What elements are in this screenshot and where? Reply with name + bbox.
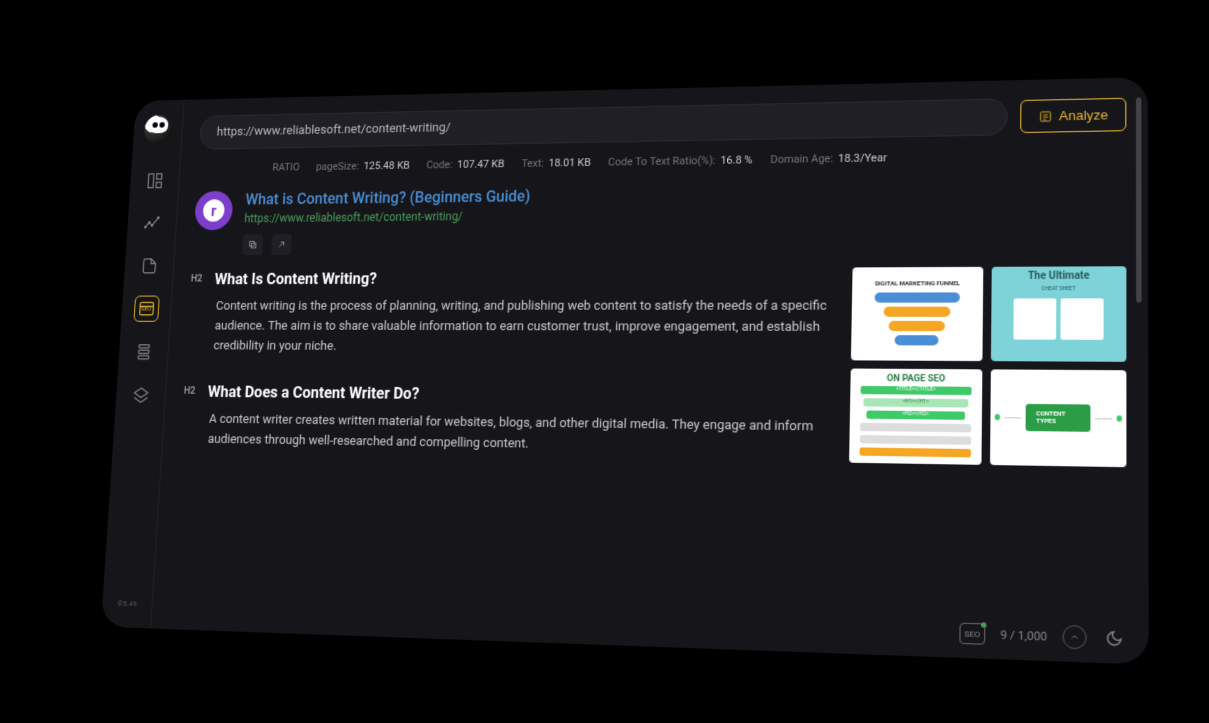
seo-icon-label: SEO — [141, 305, 151, 312]
heading-tag: H2 — [183, 386, 195, 397]
dashboard-icon[interactable] — [141, 167, 167, 193]
seo-icon[interactable]: SEO — [133, 295, 159, 321]
heading-block: H2 What Does a Content Writer Do? A cont… — [180, 382, 834, 460]
thumbnail-onpage-seo[interactable]: ON PAGE SEO <TITLE></TITLE> <H1></H1> <H… — [849, 368, 982, 464]
analyze-icon — [1037, 108, 1052, 122]
stat-ratio: RATIO — [272, 160, 300, 173]
result-url[interactable]: https://www.reliablesoft.net/content-wri… — [244, 208, 530, 224]
counter: 9 / 1,000 — [1000, 627, 1047, 643]
result-icon-buttons — [242, 232, 529, 255]
stat-pagesize: pageSize: 125.48 KB — [315, 159, 409, 173]
open-external-icon[interactable] — [271, 234, 292, 255]
top-row: https://www.reliablesoft.net/content-wri… — [198, 95, 1125, 149]
seo-badge[interactable]: SEO — [959, 622, 985, 644]
pages-icon[interactable] — [135, 252, 161, 278]
moon-icon — [1105, 629, 1123, 647]
headings-list: H2 What Is Content Writing? Content writ… — [169, 267, 835, 640]
layers-icon[interactable] — [130, 338, 156, 364]
stat-domain-age: Domain Age: 18.3/Year — [770, 151, 887, 166]
analytics-icon[interactable] — [138, 210, 164, 236]
scrollbar-thumb[interactable] — [1135, 97, 1141, 302]
stat-cttr: Code To Text Ratio(%): 16.8 % — [607, 153, 752, 168]
analyze-label: Analyze — [1058, 107, 1107, 123]
version-label: ©5.49 — [116, 599, 136, 608]
collapse-button[interactable] — [1062, 624, 1086, 649]
bottom-bar: SEO 9 / 1,000 — [959, 621, 1126, 650]
shape-icon[interactable] — [127, 381, 153, 408]
avatar-penguin[interactable] — [142, 114, 172, 144]
main-panel: https://www.reliablesoft.net/content-wri… — [151, 77, 1149, 665]
heading-desc: Content writing is the process of planni… — [186, 296, 836, 359]
url-input[interactable]: https://www.reliablesoft.net/content-wri… — [198, 98, 1007, 149]
result-title[interactable]: What is Content Writing? (Beginners Guid… — [245, 186, 531, 207]
scrollbar[interactable] — [1135, 97, 1141, 610]
theme-toggle[interactable] — [1102, 626, 1126, 651]
thumbnails-grid: DIGITAL MARKETING FUNNEL The Ultimate CH… — [845, 266, 1126, 651]
app-window: SEO ©5.49 https://www.reliablesoft.net/c… — [100, 77, 1148, 665]
result-header: What is Content Writing? (Beginners Guid… — [192, 178, 1126, 254]
copy-icon[interactable] — [242, 234, 263, 255]
content-body: H2 What Is Content Writing? Content writ… — [169, 266, 1126, 651]
heading-block: H2 What Is Content Writing? Content writ… — [186, 267, 836, 359]
thumbnail-ultimate[interactable]: The Ultimate CHEAT SHEET — [990, 266, 1125, 362]
heading-desc: A content writer creates written materia… — [180, 410, 833, 460]
thumbnail-funnel[interactable]: DIGITAL MARKETING FUNNEL — [850, 266, 982, 360]
heading-title: What Is Content Writing? — [214, 269, 377, 288]
stat-text: Text: 18.01 KB — [521, 156, 591, 170]
site-favicon — [193, 190, 233, 229]
thumbnail-content-types[interactable]: CONTENT TYPES — [990, 369, 1126, 467]
heading-title: What Does a Content Writer Do? — [207, 382, 419, 402]
stat-code: Code: 107.47 KB — [426, 157, 505, 171]
analyze-button[interactable]: Analyze — [1019, 97, 1125, 132]
chevron-up-icon — [1069, 631, 1080, 642]
stats-row: RATIO pageSize: 125.48 KB Code: 107.47 K… — [197, 147, 1126, 174]
heading-tag: H2 — [190, 273, 202, 283]
